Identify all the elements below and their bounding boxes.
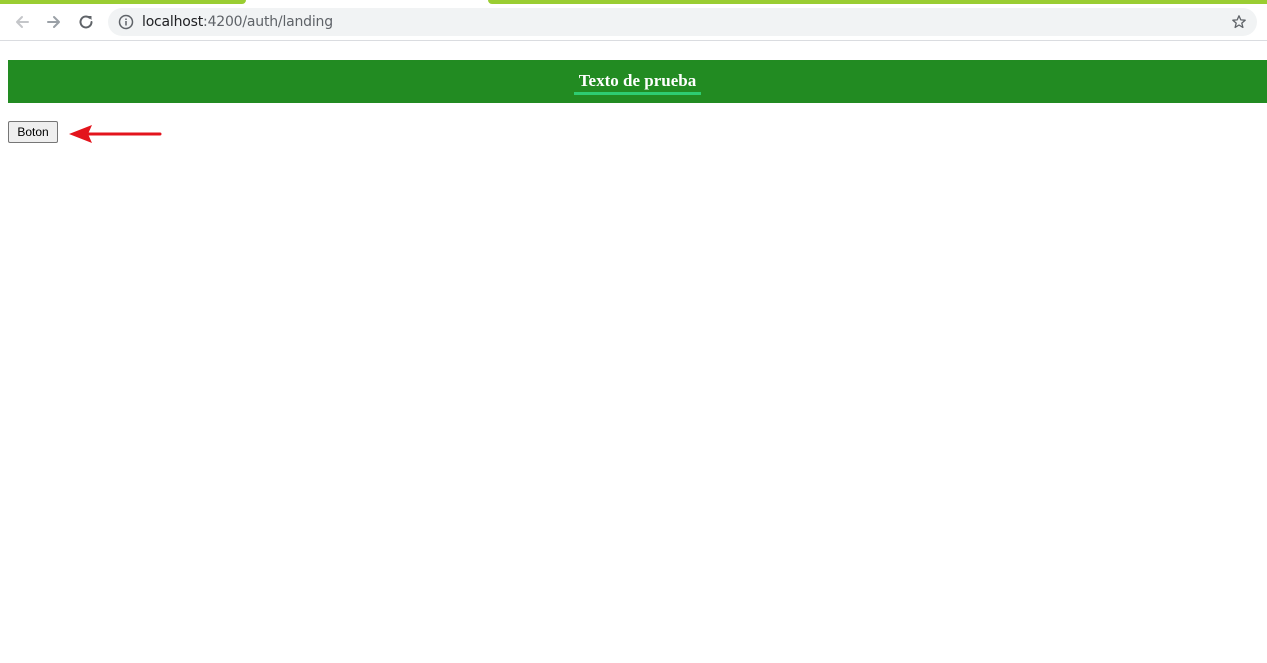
url-host: localhost xyxy=(142,14,204,30)
red-arrow-left-icon xyxy=(69,125,162,143)
header-banner: Texto de prueba xyxy=(8,60,1267,103)
arrow-left-icon xyxy=(16,16,29,28)
banner-title: Texto de prueba xyxy=(573,71,702,95)
info-icon[interactable] xyxy=(118,14,134,30)
reload-button[interactable] xyxy=(72,8,100,36)
browser-toolbar: localhost:4200/auth/landing xyxy=(0,4,1267,41)
address-bar[interactable]: localhost:4200/auth/landing xyxy=(108,8,1257,36)
boton-button[interactable]: Boton xyxy=(8,121,58,143)
back-button[interactable] xyxy=(8,8,36,36)
star-icon[interactable] xyxy=(1231,14,1247,30)
arrow-right-icon xyxy=(47,16,60,28)
url-text[interactable]: localhost:4200/auth/landing xyxy=(142,8,333,36)
page-content: Texto de prueba Boton xyxy=(0,41,1267,663)
reload-icon xyxy=(79,15,93,29)
url-path: :4200/auth/landing xyxy=(203,14,333,30)
forward-button[interactable] xyxy=(40,8,68,36)
